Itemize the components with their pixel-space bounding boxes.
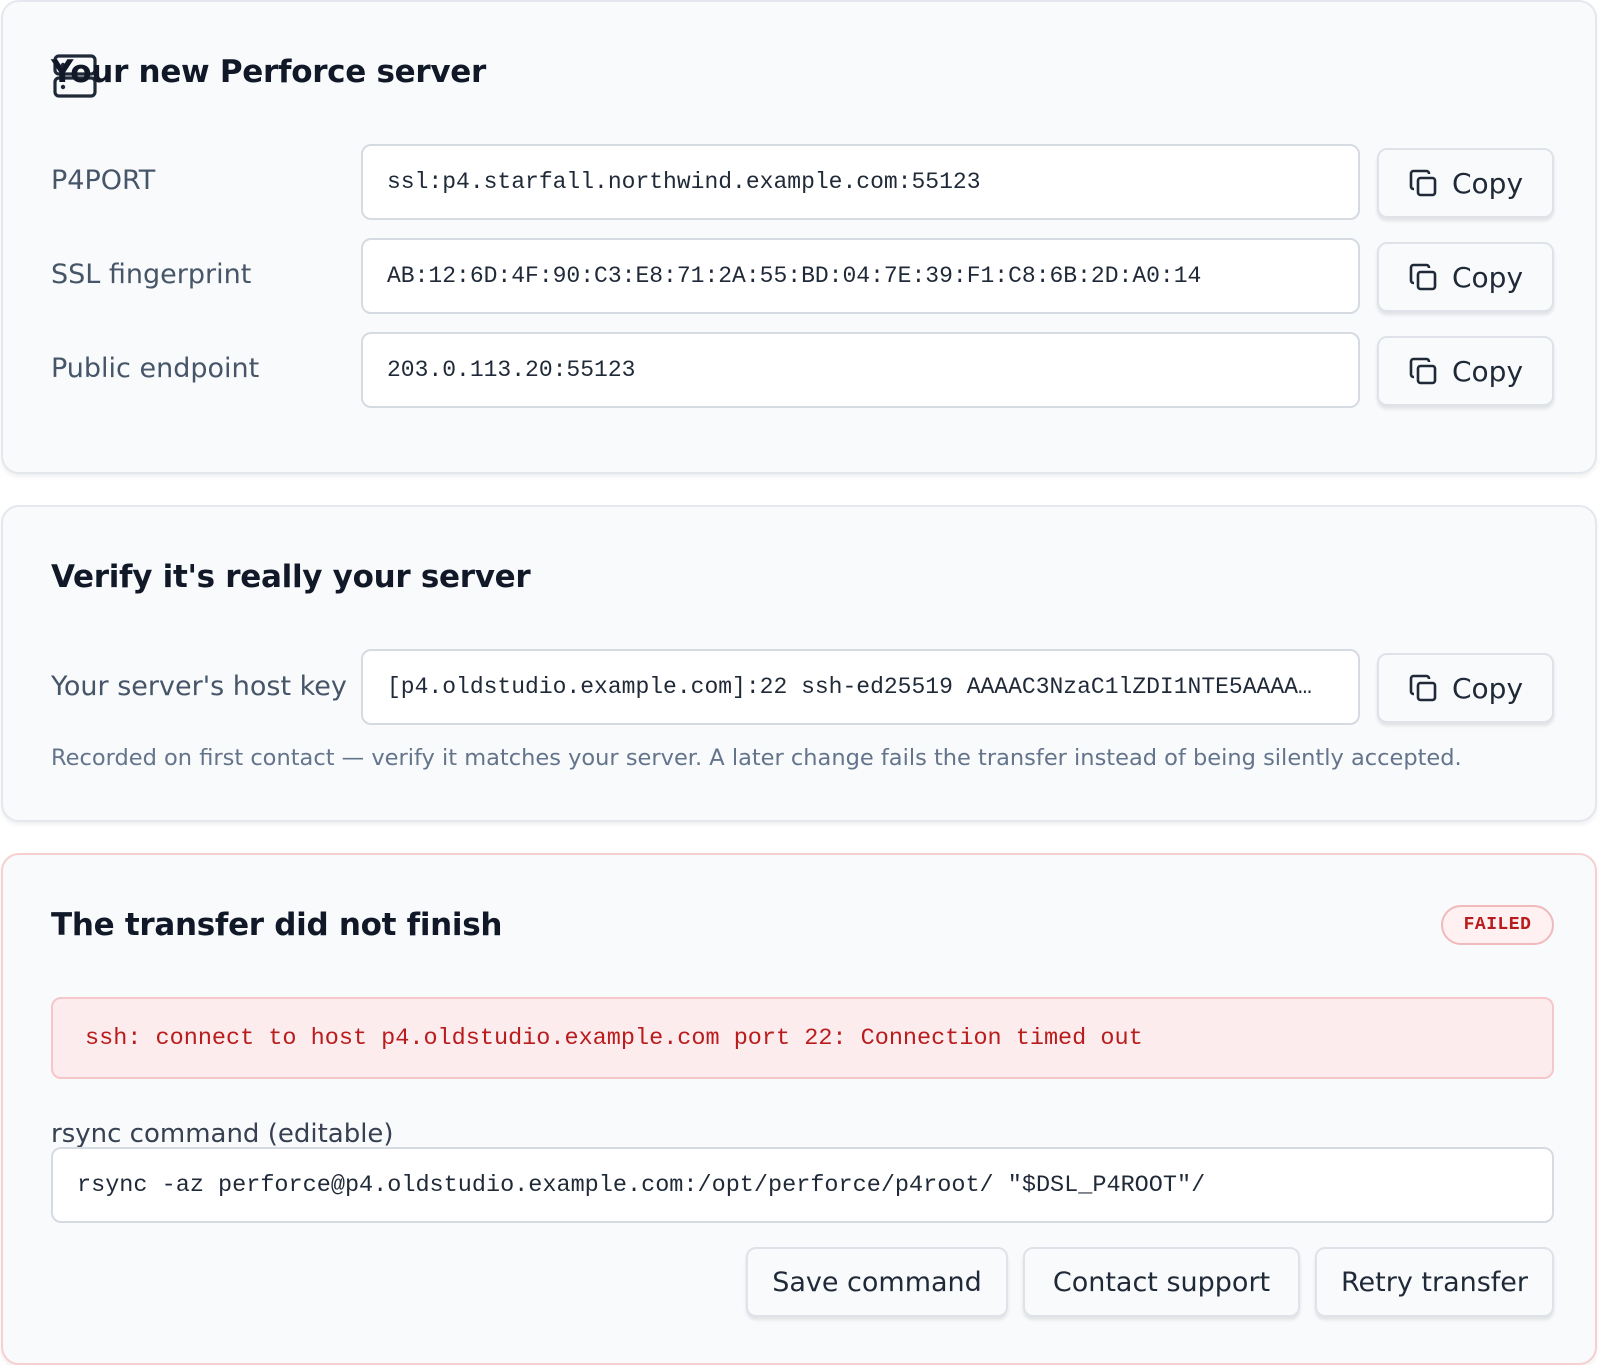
- copy-host-key-button[interactable]: Copy: [1377, 653, 1554, 723]
- copy-icon: [1409, 263, 1437, 291]
- save-command-button[interactable]: Save command: [746, 1247, 1008, 1317]
- rsync-command-label: rsync command (editable): [51, 1119, 394, 1149]
- copy-p4port-button[interactable]: Copy: [1377, 148, 1554, 218]
- host-key-field[interactable]: [p4.oldstudio.example.com]:22 ssh-ed2551…: [361, 649, 1360, 725]
- server-card-title: Your new Perforce server: [51, 54, 486, 90]
- server-card: Your new Perforce server P4PORT ssl:p4.s…: [1, 0, 1597, 474]
- verify-card-title: Verify it's really your server: [51, 559, 531, 595]
- copy-label: Copy: [1451, 260, 1524, 294]
- transfer-card: The transfer did not finish FAILED ssh: …: [1, 853, 1597, 1365]
- copy-icon: [1409, 169, 1437, 197]
- public-endpoint-value: 203.0.113.20:55123: [387, 357, 636, 383]
- ssl-fingerprint-label: SSL fingerprint: [51, 259, 252, 290]
- copy-public-endpoint-button[interactable]: Copy: [1377, 336, 1554, 406]
- p4port-value: ssl:p4.starfall.northwind.example.com:55…: [387, 169, 981, 195]
- status-badge: FAILED: [1441, 905, 1554, 945]
- verify-card: Verify it's really your server Your serv…: [1, 505, 1597, 822]
- copy-icon: [1409, 674, 1437, 702]
- copy-label: Copy: [1451, 166, 1524, 200]
- copy-ssl-fingerprint-button[interactable]: Copy: [1377, 242, 1554, 312]
- ssl-fingerprint-field[interactable]: AB:12:6D:4F:90:C3:E8:71:2A:55:BD:04:7E:3…: [361, 238, 1360, 314]
- public-endpoint-label: Public endpoint: [51, 353, 260, 384]
- ssl-fingerprint-value: AB:12:6D:4F:90:C3:E8:71:2A:55:BD:04:7E:3…: [387, 263, 1202, 289]
- transfer-card-title: The transfer did not finish: [51, 907, 503, 943]
- p4port-label: P4PORT: [51, 165, 156, 196]
- copy-label: Copy: [1451, 671, 1524, 705]
- host-key-value: [p4.oldstudio.example.com]:22 ssh-ed2551…: [387, 674, 1312, 700]
- rsync-command-input[interactable]: [51, 1147, 1554, 1223]
- retry-transfer-button[interactable]: Retry transfer: [1315, 1247, 1554, 1317]
- contact-support-button[interactable]: Contact support: [1023, 1247, 1300, 1317]
- host-key-hint: Recorded on first contact — verify it ma…: [51, 745, 1462, 771]
- copy-icon: [1409, 357, 1437, 385]
- copy-label: Copy: [1451, 354, 1524, 388]
- error-message: ssh: connect to host p4.oldstudio.exampl…: [51, 997, 1554, 1079]
- public-endpoint-field[interactable]: 203.0.113.20:55123: [361, 332, 1360, 408]
- p4port-field[interactable]: ssl:p4.starfall.northwind.example.com:55…: [361, 144, 1360, 220]
- host-key-label: Your server's host key: [51, 671, 347, 702]
